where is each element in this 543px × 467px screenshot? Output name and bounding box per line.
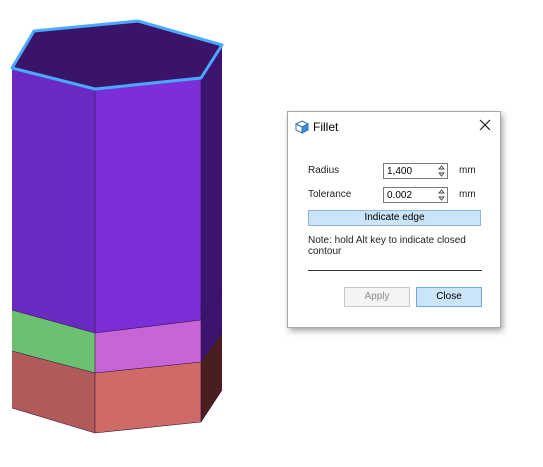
radius-input[interactable]: 1,400 (383, 163, 448, 179)
dialog-title-bar: Fillet (288, 112, 500, 140)
radius-unit: mm (459, 165, 476, 176)
close-button[interactable]: Close (416, 287, 482, 307)
spin-down-icon[interactable] (437, 171, 446, 178)
close-icon[interactable] (477, 117, 493, 133)
spin-up-icon[interactable] (437, 188, 446, 195)
dialog-title: Fillet (313, 120, 339, 134)
indicate-edge-button[interactable]: Indicate edge (308, 210, 481, 226)
radius-value[interactable]: 1,400 (387, 166, 412, 177)
apply-button[interactable]: Apply (344, 287, 410, 307)
prism-front-lower-face[interactable] (95, 362, 201, 433)
fillet-dialog: Fillet Radius 1,400 mm Tolerance 0.002 m… (287, 111, 501, 328)
prism-left-upper-face[interactable] (12, 68, 95, 333)
alt-key-note: Note: hold Alt key to indicate closed co… (308, 235, 466, 257)
spin-down-icon[interactable] (437, 195, 446, 202)
radius-spinner[interactable] (436, 164, 447, 178)
tolerance-label: Tolerance (308, 189, 352, 200)
spin-up-icon[interactable] (437, 164, 446, 171)
divider (308, 270, 482, 271)
cube-icon (295, 120, 309, 134)
tolerance-spinner[interactable] (436, 188, 447, 202)
tolerance-value[interactable]: 0.002 (387, 190, 412, 201)
tolerance-input[interactable]: 0.002 (383, 187, 448, 203)
hexagonal-prism-model[interactable] (0, 0, 260, 467)
radius-label: Radius (308, 165, 340, 176)
tolerance-unit: mm (459, 189, 476, 200)
prism-front-upper-face[interactable] (95, 78, 201, 333)
prism-right-upper-face[interactable] (201, 45, 222, 320)
